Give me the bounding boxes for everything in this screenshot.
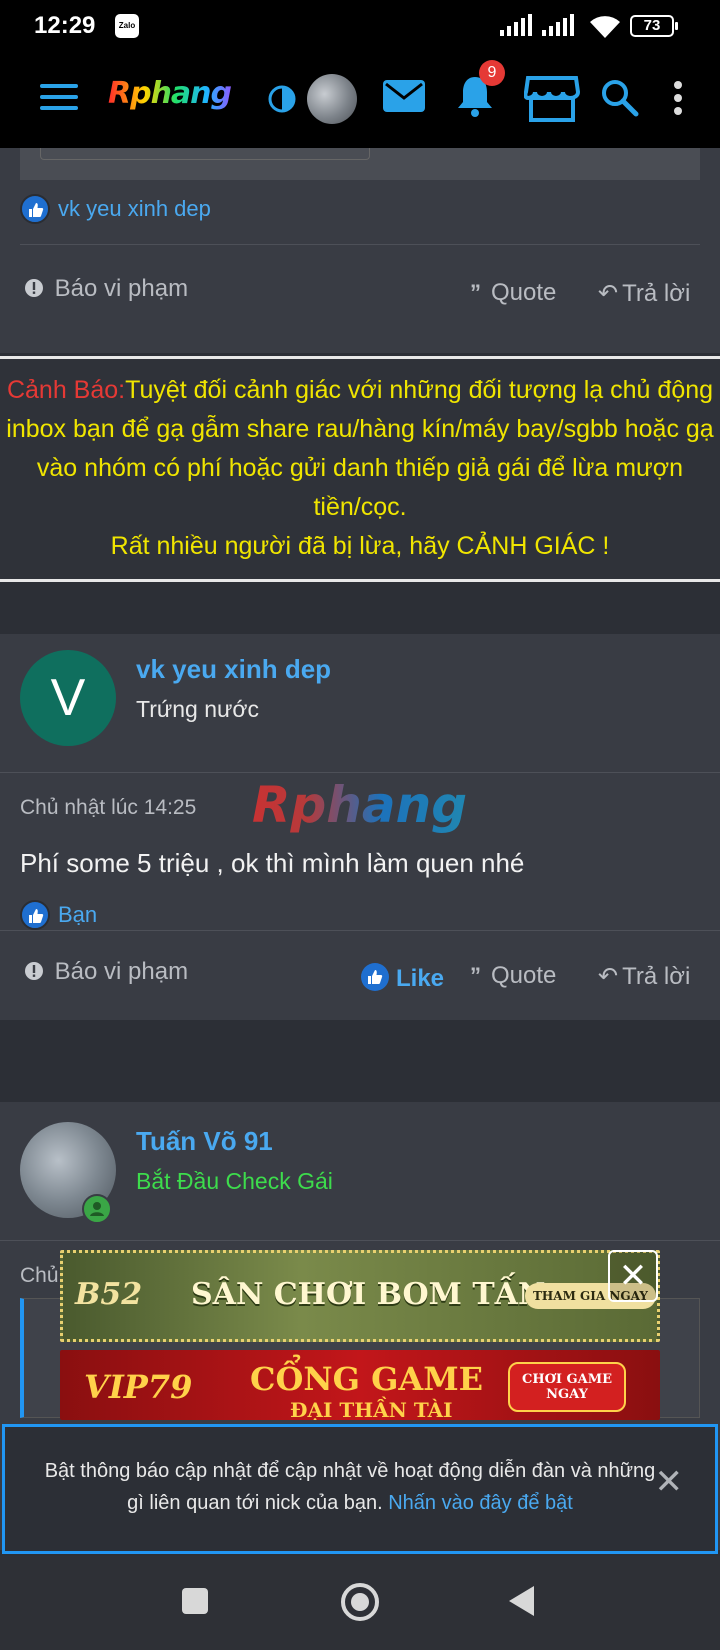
post: V vk yeu xinh dep Trứng nước Chủ nhật lú… [0, 634, 720, 930]
post-author-name[interactable]: Tuấn Võ 91 [136, 1126, 273, 1157]
alert-icon [25, 962, 43, 980]
alert-icon [25, 279, 43, 297]
previous-post: vk yeu xinh dep Báo vi phạm ” Quote ↶ Trả … [0, 148, 720, 353]
more-options-icon[interactable] [672, 80, 684, 116]
ad1-brand: B52 [75, 1277, 143, 1312]
mail-icon[interactable] [382, 78, 426, 114]
system-nav-bar [0, 1556, 720, 1650]
report-button[interactable]: Báo vi phạm [24, 958, 188, 986]
status-time: 12:29 [34, 12, 96, 39]
push-notification-prompt: Bật thông báo cập nhật để cập nhật về ho… [2, 1424, 718, 1554]
like-label: Like [396, 965, 445, 992]
divider [0, 1240, 720, 1241]
warning-line2: Rất nhiều người đã bị lừa, hãy CẢNH GIÁC… [110, 532, 610, 560]
quote-label: Quote [491, 279, 557, 306]
quote-label: Quote [491, 962, 557, 989]
ad2-headline: CỔNG GAME [250, 1360, 484, 1398]
signal-icon-2 [542, 14, 574, 36]
divider [20, 244, 700, 245]
like-button[interactable]: Like [360, 962, 444, 993]
app-bar: Rphang 9 [0, 52, 720, 148]
liker-name[interactable]: Bạn [58, 902, 97, 928]
quote-button[interactable]: ” Quote [470, 962, 556, 990]
report-label: Báo vi phạm [54, 275, 189, 302]
recents-icon[interactable] [180, 1586, 210, 1616]
reply-icon: ↶ [598, 280, 619, 307]
quote-icon: ” [470, 280, 481, 305]
theme-toggle-icon[interactable] [268, 85, 296, 113]
ad-banner-b52[interactable]: B52 SÂN CHƠI BOM TẤN THAM GIA NGAY [60, 1250, 660, 1342]
report-label: Báo vi phạm [54, 958, 189, 985]
post-timestamp[interactable]: Chủ [20, 1264, 59, 1288]
battery-level: 73 [643, 17, 661, 34]
reply-button[interactable]: ↶ Trả lời [598, 279, 690, 308]
like-reaction-icon [20, 194, 50, 224]
home-icon[interactable] [340, 1582, 380, 1622]
post-author-avatar[interactable]: V [20, 650, 116, 746]
post-actions: Báo vi phạm Like ” Quote ↶ Trả lời [0, 930, 720, 1020]
warning-label: Cảnh Báo: [6, 376, 126, 404]
ad-close-button[interactable]: ✕ [608, 1250, 658, 1302]
post-author-title: Bắt Đầu Check Gái [136, 1168, 333, 1194]
zalo-notification-icon: Zalo [115, 14, 139, 38]
reply-button[interactable]: ↶ Trả lời [598, 962, 690, 991]
user-avatar[interactable] [307, 74, 357, 124]
like-reaction-icon [20, 900, 50, 930]
post-body: Phí some 5 triệu , ok thì mình làm quen … [20, 848, 525, 878]
notice-close-button[interactable]: ✕ [655, 1465, 684, 1499]
ad2-cta: CHƠI GAME NGAY [508, 1362, 626, 1412]
reply-icon: ↶ [598, 963, 619, 990]
reply-label: Trả lời [622, 963, 691, 990]
liker-name[interactable]: vk yeu xinh dep [58, 196, 211, 222]
post-author-title: Trứng nước [136, 696, 259, 722]
ad2-brand: VIP79 [84, 1368, 193, 1406]
ad-banner-vip79[interactable]: VIP79 CỔNG GAME ĐẠI THẦN TÀI CHƠI GAME N… [60, 1350, 660, 1420]
wifi-icon [590, 16, 620, 38]
status-bar: 12:29 Zalo 73 [0, 0, 720, 52]
battery-icon: 73 [630, 15, 678, 37]
site-logo[interactable]: Rphang [108, 76, 232, 111]
menu-icon[interactable] [40, 82, 78, 112]
search-icon[interactable] [600, 78, 640, 118]
back-icon[interactable] [506, 1584, 536, 1618]
watermark-logo: Rphang [252, 776, 468, 834]
signal-icon [500, 14, 532, 36]
online-status-icon [82, 1194, 112, 1224]
notice-enable-link[interactable]: Nhấn vào đây để bật [388, 1492, 573, 1514]
scam-warning-banner: Cảnh Báo:Tuyệt đối cảnh giác với những đ… [0, 356, 720, 582]
quote-icon: ” [470, 963, 481, 988]
ad1-headline: SÂN CHƠI BOM TẤN [191, 1277, 546, 1312]
post-timestamp[interactable]: Chủ nhật lúc 14:25 [20, 796, 196, 820]
divider [0, 772, 720, 773]
like-icon [361, 963, 389, 991]
store-icon[interactable] [524, 74, 580, 122]
notification-count-badge: 9 [479, 60, 505, 86]
reply-label: Trả lời [622, 280, 691, 307]
quote-button[interactable]: ” Quote [470, 279, 556, 307]
quote-box-bottom [20, 148, 700, 180]
post-author-name[interactable]: vk yeu xinh dep [136, 654, 331, 685]
report-button[interactable]: Báo vi phạm [24, 275, 188, 303]
ad2-subline: ĐẠI THẦN TÀI [290, 1398, 453, 1420]
divider [0, 930, 720, 931]
